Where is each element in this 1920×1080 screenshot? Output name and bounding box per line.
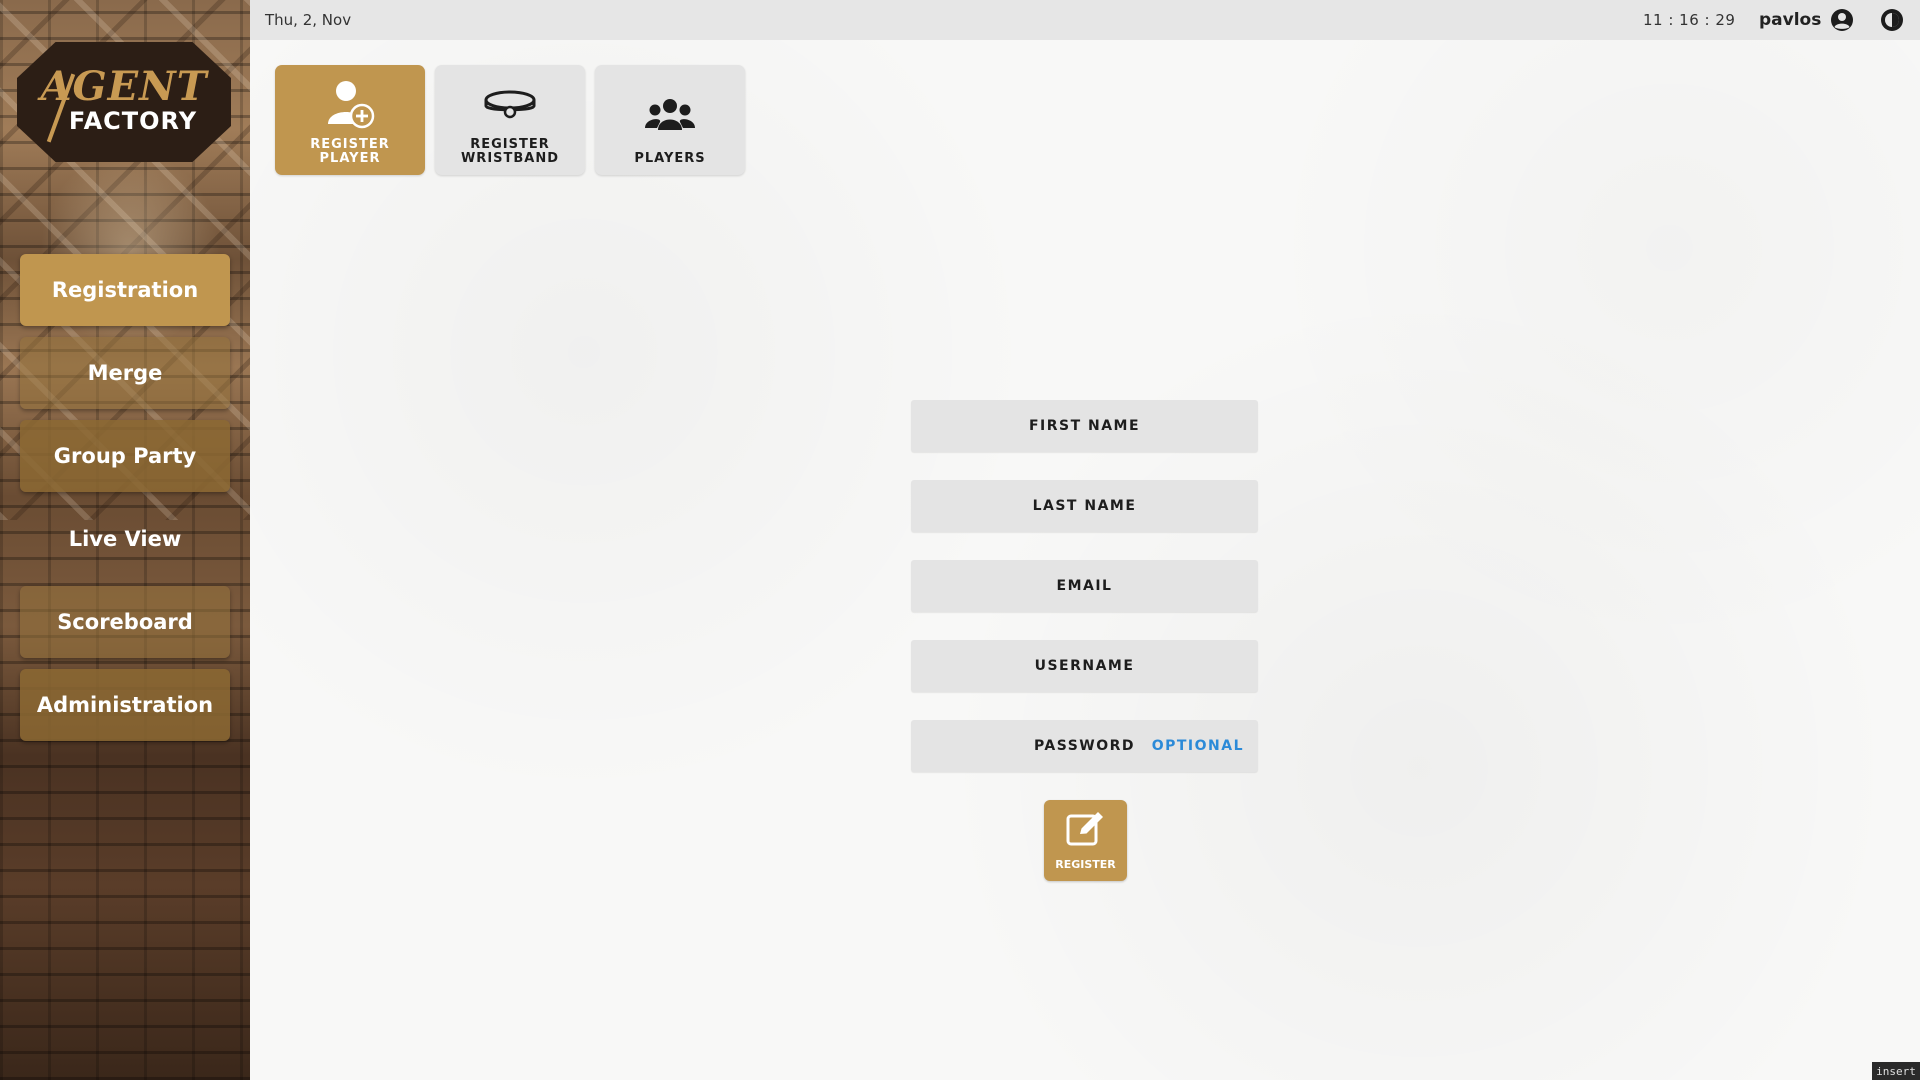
- register-button-label: REGISTER: [1055, 858, 1116, 871]
- sidebar-item-live-view[interactable]: Live View: [20, 503, 230, 575]
- last-name-field: [911, 479, 1258, 533]
- registration-tabs: REGISTER PLAYER REGISTER WRISTBAND PLAYE…: [275, 65, 745, 175]
- username-field: [911, 639, 1258, 693]
- password-optional-hint: OPTIONAL: [1151, 738, 1244, 754]
- tab-register-wristband[interactable]: REGISTER WRISTBAND: [435, 65, 585, 175]
- theme-toggle-icon[interactable]: [1880, 8, 1904, 32]
- sidebar-item-group-party[interactable]: Group Party: [20, 420, 230, 492]
- first-name-field: [911, 399, 1258, 453]
- email-field: [911, 559, 1258, 613]
- users-icon: [642, 90, 698, 146]
- sidebar-item-administration[interactable]: Administration: [20, 669, 230, 741]
- tab-register-player-label: REGISTER PLAYER: [310, 137, 390, 166]
- agent-factory-logo[interactable]: AGENT FACTORY: [17, 42, 231, 162]
- sidebar-item-registration[interactable]: Registration: [20, 254, 230, 326]
- register-button[interactable]: REGISTER: [1044, 800, 1127, 881]
- main-content: REGISTER PLAYER REGISTER WRISTBAND PLAYE…: [250, 40, 1920, 1080]
- logo-line2: FACTORY: [68, 107, 198, 135]
- sidebar-item-scoreboard[interactable]: Scoreboard: [20, 586, 230, 658]
- tab-register-wristband-label: REGISTER WRISTBAND: [460, 137, 560, 166]
- username-label[interactable]: pavlos: [1759, 10, 1821, 30]
- first-name-input[interactable]: [911, 399, 1258, 453]
- username-input[interactable]: [911, 639, 1258, 693]
- wristband-icon: [482, 76, 538, 132]
- password-field: OPTIONAL: [911, 719, 1258, 773]
- edit-icon: [1064, 810, 1108, 854]
- sidebar: AGENT FACTORY Registration Merge Group P…: [0, 0, 250, 1080]
- tab-players-label: PLAYERS: [634, 151, 706, 166]
- register-player-form: OPTIONAL: [911, 399, 1258, 800]
- current-time: 11 : 16 : 29: [1643, 11, 1736, 29]
- sidebar-item-merge[interactable]: Merge: [20, 337, 230, 409]
- user-account-icon[interactable]: [1830, 8, 1854, 32]
- tab-players[interactable]: PLAYERS: [595, 65, 745, 175]
- tab-register-player[interactable]: REGISTER PLAYER: [275, 65, 425, 175]
- sidebar-nav: Registration Merge Group Party Live View…: [20, 254, 230, 752]
- last-name-input[interactable]: [911, 479, 1258, 533]
- email-input[interactable]: [911, 559, 1258, 613]
- user-plus-icon: [322, 76, 378, 132]
- top-bar: Thu, 2, Nov 11 : 16 : 29 pavlos: [250, 0, 1920, 40]
- current-date: Thu, 2, Nov: [265, 11, 352, 29]
- insert-mode-badge: insert: [1872, 1062, 1920, 1080]
